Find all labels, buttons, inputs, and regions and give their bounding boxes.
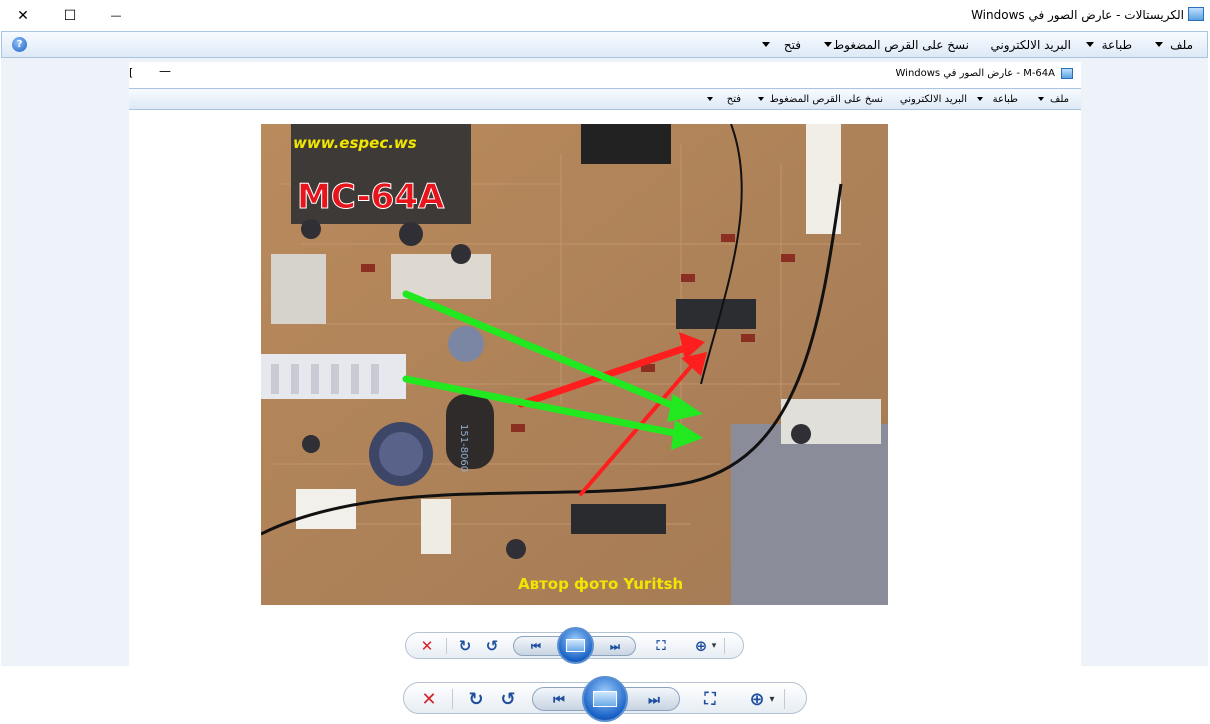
window-title: الكريستالات - عارض الصور في Windows	[971, 8, 1184, 22]
delete-icon[interactable]: ✕	[418, 687, 440, 711]
photo-viewer-icon	[1188, 7, 1204, 21]
chevron-down-icon	[1086, 42, 1094, 47]
close-button[interactable]: ✕	[0, 0, 46, 31]
next-icon[interactable]: ⏭	[605, 638, 625, 655]
maximize-icon: ☐	[63, 7, 77, 24]
menu-open[interactable]: فتح	[784, 38, 801, 52]
inner-minimize-button[interactable]: —	[159, 64, 171, 78]
watermark-top: www.espec.ws	[293, 134, 417, 152]
menu-print[interactable]: طباعة	[1102, 38, 1132, 52]
inner-menu-print[interactable]: طباعة	[993, 94, 1018, 105]
inner-window-edge: [	[129, 66, 134, 79]
inner-menu-bar: ملف طباعة البريد الالكتروني نسخ على القر…	[129, 88, 1081, 110]
title-bar: ✕ ☐ — الكريستالات - عارض الصور في Window…	[0, 0, 1210, 31]
actual-size-icon[interactable]: ⛶	[699, 687, 721, 711]
zoom-icon[interactable]: ⊕	[746, 687, 768, 711]
actual-size-icon[interactable]: ⛶	[652, 636, 670, 656]
inner-window-title: M-64A - عارض الصور في Windows	[895, 68, 1056, 79]
main-toolbar: ✕ ↻ ↺ ⏮ ⏭ ⛶ ⊕ ▾	[403, 676, 807, 722]
toolbar-divider	[724, 638, 725, 654]
toolbar-divider	[452, 689, 453, 709]
next-icon[interactable]: ⏭	[642, 690, 666, 710]
model-label: MC-64A	[297, 177, 445, 217]
zoom-dropdown-icon[interactable]: ▾	[709, 638, 719, 654]
inner-toolbar: ✕ ↻ ↺ ⏮ ⏭ ⛶ ⊕ ▾	[405, 627, 744, 664]
zoom-dropdown-icon[interactable]: ▾	[766, 690, 778, 708]
photo-viewer-icon	[1061, 68, 1073, 79]
chevron-down-icon	[1155, 42, 1163, 47]
toolbar-divider	[784, 689, 785, 709]
rotate-clockwise-icon[interactable]: ↻	[465, 687, 487, 711]
chevron-down-icon	[977, 97, 983, 101]
menu-bar: ? ملف طباعة البريد الالكتروني نسخ على ال…	[1, 31, 1208, 58]
menu-burn[interactable]: نسخ على القرص المضغوط	[833, 38, 969, 52]
previous-icon[interactable]: ⏮	[526, 638, 546, 655]
inner-menu-email[interactable]: البريد الالكتروني	[900, 94, 967, 105]
circuit-board-photo: www.espec.ws MC-64A Автор фото Yuritsh 1…	[261, 124, 888, 605]
chevron-down-icon	[762, 42, 770, 47]
chevron-down-icon	[1038, 97, 1044, 101]
rotate-counterclockwise-icon[interactable]: ↺	[483, 636, 501, 656]
toolbar-divider	[446, 638, 447, 654]
menu-file[interactable]: ملف	[1170, 38, 1193, 52]
slideshow-button[interactable]	[582, 676, 628, 722]
chevron-down-icon	[707, 97, 713, 101]
close-icon: ✕	[17, 7, 29, 24]
chevron-down-icon	[824, 42, 832, 47]
minimize-icon: —	[110, 9, 122, 22]
inner-menu-open[interactable]: فتح	[727, 94, 741, 105]
rotate-counterclockwise-icon[interactable]: ↺	[497, 687, 519, 711]
chevron-down-icon	[758, 97, 764, 101]
slideshow-icon	[593, 690, 617, 708]
slideshow-button[interactable]	[557, 627, 594, 664]
slideshow-icon	[566, 638, 585, 653]
board-marking: 151-8060	[458, 424, 469, 472]
help-icon[interactable]: ?	[12, 37, 27, 52]
menu-email[interactable]: البريد الالكتروني	[990, 38, 1071, 52]
inner-menu-burn[interactable]: نسخ على القرص المضغوط	[770, 94, 883, 105]
maximize-button[interactable]: ☐	[47, 0, 93, 31]
watermark-bottom: Автор фото Yuritsh	[518, 575, 683, 593]
rotate-clockwise-icon[interactable]: ↻	[456, 636, 474, 656]
zoom-icon[interactable]: ⊕	[692, 636, 710, 656]
minimize-button[interactable]: —	[93, 0, 139, 31]
inner-menu-file[interactable]: ملف	[1050, 94, 1069, 105]
delete-icon[interactable]: ✕	[418, 636, 436, 656]
previous-icon[interactable]: ⏮	[547, 690, 571, 710]
